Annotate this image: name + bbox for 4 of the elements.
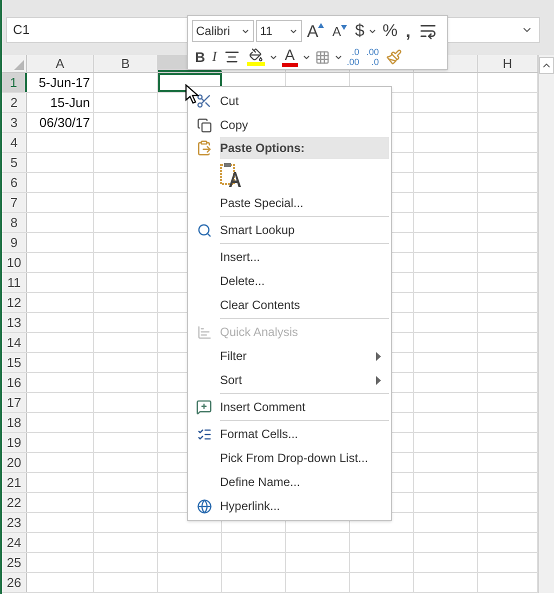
- table-cell: 5-Jun-17: [27, 73, 94, 92]
- table-cell: 15-Jun: [27, 93, 94, 112]
- paste-options-heading: Paste Options:: [220, 137, 389, 159]
- table-cell: 06/30/17: [27, 113, 94, 132]
